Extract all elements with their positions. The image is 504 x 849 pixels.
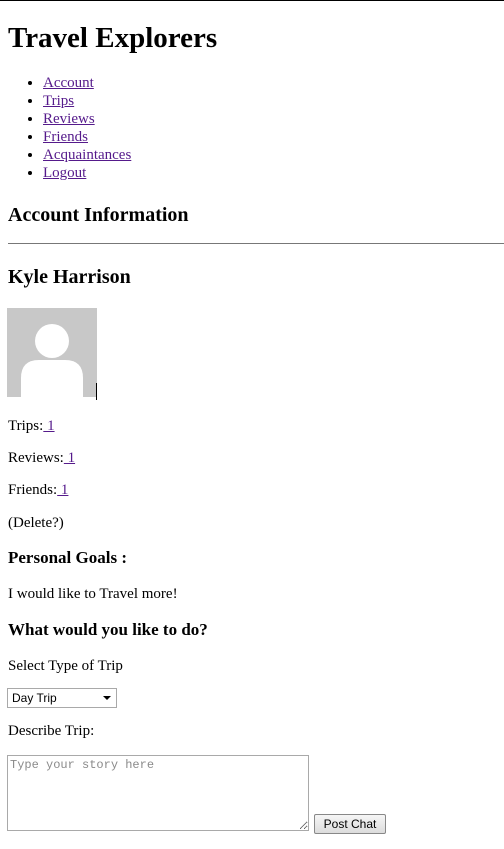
text-caret [96,383,97,400]
chevron-down-icon [103,696,111,700]
nav-item-friends: Friends [43,128,131,146]
trips-stat: Trips: 1 [8,417,55,435]
main-nav: Account Trips Reviews Friends Acquaintan… [0,74,131,182]
nav-item-reviews: Reviews [43,110,131,128]
reviews-count-link[interactable]: 1 [64,450,76,466]
trips-label: Trips: [8,418,44,434]
nav-link-logout[interactable]: Logout [43,165,86,181]
trip-story-textarea[interactable] [7,755,309,831]
nav-item-trips: Trips [43,92,131,110]
user-name: Kyle Harrison [8,266,131,288]
nav-item-logout: Logout [43,164,131,182]
nav-link-friends[interactable]: Friends [43,129,88,145]
trips-count-link[interactable]: 1 [43,418,55,434]
account-info-heading: Account Information [8,204,189,226]
describe-trip-label: Describe Trip: [8,723,95,739]
friends-count-link[interactable]: 1 [57,482,69,498]
trip-type-label: Select Type of Trip [8,658,123,674]
friends-label: Friends: [8,482,58,498]
site-title: Travel Explorers [8,22,218,54]
friends-stat: Friends: 1 [8,481,68,499]
top-border [0,0,504,1]
nav-link-trips[interactable]: Trips [43,93,74,109]
trip-type-select[interactable]: Day Trip [7,688,117,708]
trip-type-selected-value: Day Trip [12,691,57,705]
personal-goals-heading: Personal Goals : [8,548,127,567]
nav-link-reviews[interactable]: Reviews [43,111,95,127]
nav-link-acquaintances[interactable]: Acquaintances [43,147,131,163]
reviews-stat: Reviews: 1 [8,449,75,467]
reviews-label: Reviews: [8,450,64,466]
actions-heading: What would you like to do? [8,620,208,639]
section-divider [8,243,504,244]
post-chat-button[interactable]: Post Chat [314,814,386,834]
nav-item-account: Account [43,74,131,92]
personal-goals-text: I would like to Travel more! [8,586,178,602]
default-user-avatar-icon [7,308,97,397]
nav-link-account[interactable]: Account [43,75,94,91]
nav-item-acquaintances: Acquaintances [43,146,131,164]
delete-account-text[interactable]: (Delete?) [8,514,64,532]
